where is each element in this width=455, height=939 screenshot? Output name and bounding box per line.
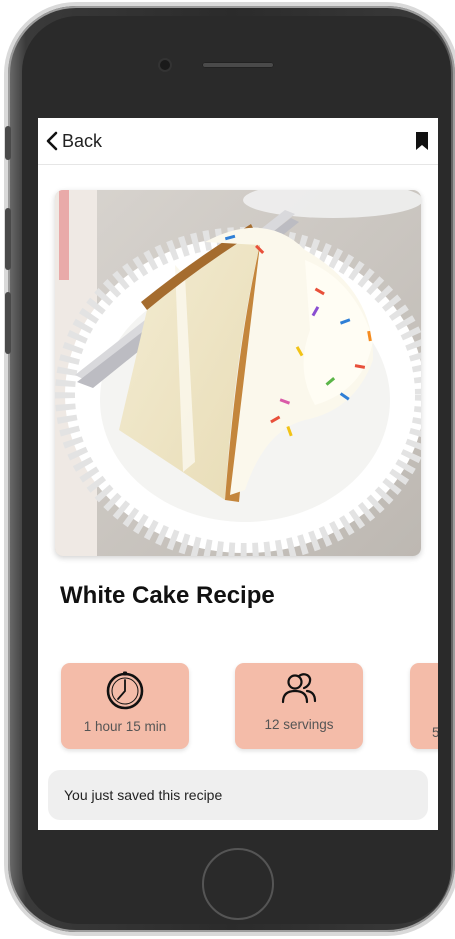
servings-card: 12 servings [235, 663, 363, 749]
clock-icon [106, 671, 144, 710]
app-screen: Back White Cake Recipe 1 hour 15 min 12 … [38, 118, 438, 830]
volume-up-button [5, 208, 11, 270]
back-button[interactable]: Back [46, 128, 102, 154]
volume-down-button [5, 292, 11, 354]
recipe-photo [55, 190, 421, 556]
third-info-label: 5 [432, 725, 438, 740]
cake-slice-image [55, 190, 421, 556]
cook-time-card: 1 hour 15 min [61, 663, 189, 749]
cook-time-label: 1 hour 15 min [83, 719, 167, 734]
toast-message: You just saved this recipe [64, 787, 223, 803]
mute-switch [5, 126, 11, 160]
bookmark-icon[interactable] [416, 132, 428, 150]
home-button[interactable] [202, 848, 274, 920]
back-label: Back [62, 130, 103, 151]
recipe-title: White Cake Recipe [60, 582, 275, 609]
third-info-card: 5 [410, 663, 438, 749]
saved-toast: You just saved this recipe [48, 770, 428, 820]
people-icon [281, 673, 317, 704]
chevron-left-icon [46, 131, 58, 151]
servings-label: 12 servings [264, 717, 334, 732]
front-camera [160, 60, 170, 70]
earpiece-speaker [202, 62, 274, 68]
top-nav-bar: Back [38, 118, 438, 165]
